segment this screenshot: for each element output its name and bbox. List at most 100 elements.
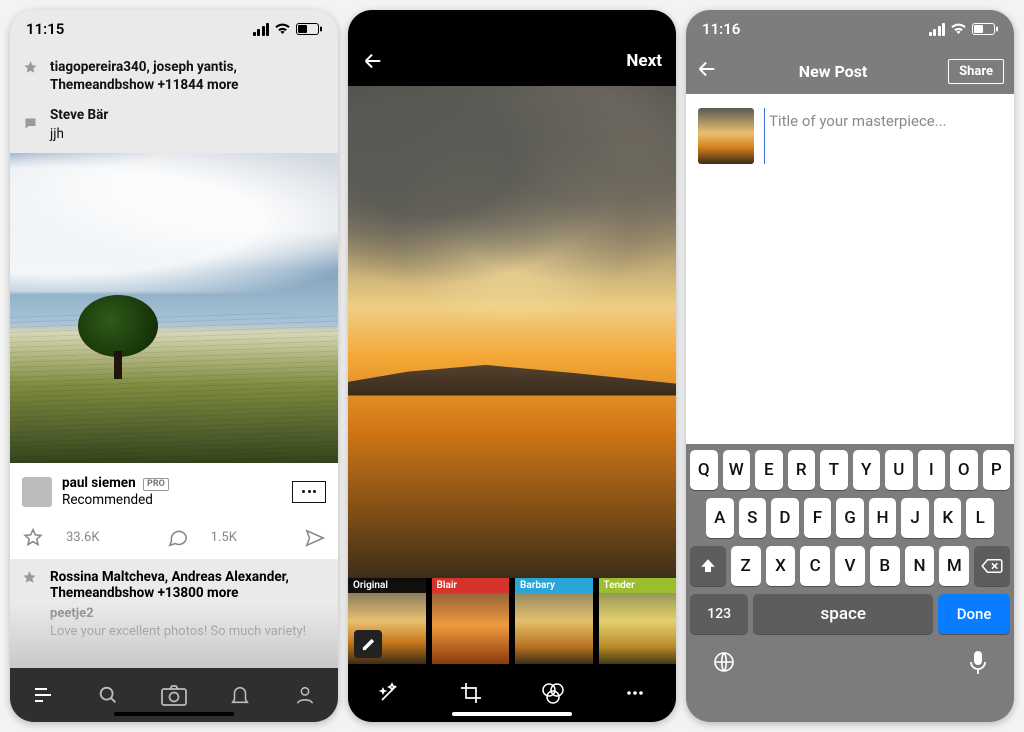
status-bar: 11:15 — [10, 10, 338, 48]
key-w[interactable]: W — [723, 450, 751, 490]
comment-user: Steve Bär — [50, 107, 108, 123]
keyboard-row-2: ASDFGHJKL — [690, 498, 1010, 538]
tab-search[interactable] — [86, 673, 130, 717]
notification-faves-text: tiagopereira340, joseph yantis, Themeand… — [50, 59, 238, 93]
keyboard-row-1: QWERTYUIOP — [690, 450, 1010, 490]
edit-icon[interactable] — [354, 630, 382, 658]
mic-icon[interactable] — [968, 650, 988, 676]
star-icon — [22, 570, 37, 589]
notification-faves-2[interactable]: Rossina Maltcheva, Andreas Alexander, Th… — [10, 559, 338, 603]
battery-icon — [972, 23, 998, 35]
share-button[interactable]: Share — [948, 59, 1004, 84]
filter-strip[interactable]: Original Blair Barbary Tender — [348, 578, 676, 664]
home-indicator[interactable] — [452, 712, 572, 716]
filter-blair[interactable]: Blair — [432, 578, 510, 664]
feed-photo[interactable] — [10, 153, 338, 463]
key-123[interactable]: 123 — [690, 594, 748, 634]
filter-tender[interactable]: Tender — [599, 578, 677, 664]
key-p[interactable]: P — [983, 450, 1011, 490]
fave-count: 33.6K — [66, 530, 100, 545]
screen-editor: Next Original Blair Barbary Tender — [348, 10, 676, 722]
key-l[interactable]: L — [966, 498, 994, 538]
tab-camera[interactable] — [152, 673, 196, 717]
key-e[interactable]: E — [755, 450, 783, 490]
keyboard-row-3: ZXCVBNM — [690, 546, 1010, 586]
nav-title: New Post — [799, 62, 868, 81]
editor-photo[interactable] — [348, 86, 676, 578]
title-input[interactable]: Title of your masterpiece... — [764, 108, 1002, 164]
key-k[interactable]: K — [934, 498, 962, 538]
key-b[interactable]: B — [870, 546, 900, 586]
key-x[interactable]: X — [766, 546, 796, 586]
comment-icon — [22, 115, 38, 131]
key-done[interactable]: Done — [938, 594, 1010, 634]
avatar[interactable] — [22, 477, 52, 507]
key-j[interactable]: J — [901, 498, 929, 538]
key-h[interactable]: H — [869, 498, 897, 538]
globe-icon[interactable] — [712, 650, 736, 676]
key-i[interactable]: I — [918, 450, 946, 490]
key-n[interactable]: N — [905, 546, 935, 586]
more-button[interactable] — [292, 481, 326, 503]
key-t[interactable]: T — [820, 450, 848, 490]
comment-text: jjh — [50, 126, 64, 142]
tab-profile[interactable] — [283, 673, 327, 717]
share-button[interactable] — [304, 527, 326, 549]
post-author-row[interactable]: paul siemen PRO Recommended — [10, 463, 338, 521]
key-shift[interactable] — [690, 546, 726, 586]
status-time: 11:15 — [26, 20, 64, 38]
battery-icon — [296, 23, 322, 35]
tool-magic[interactable] — [365, 669, 413, 717]
key-f[interactable]: F — [804, 498, 832, 538]
status-time: 11:16 — [702, 20, 740, 38]
filter-original[interactable]: Original — [348, 578, 426, 664]
key-y[interactable]: Y — [853, 450, 881, 490]
home-indicator[interactable] — [114, 712, 234, 716]
comment-button[interactable] — [167, 527, 189, 549]
key-m[interactable]: M — [939, 546, 969, 586]
feed-peek: peetje2 Love your excellent photos! So m… — [10, 603, 338, 671]
key-backspace[interactable] — [974, 546, 1010, 586]
key-v[interactable]: V — [835, 546, 865, 586]
key-c[interactable]: C — [800, 546, 830, 586]
key-s[interactable]: S — [739, 498, 767, 538]
key-a[interactable]: A — [706, 498, 734, 538]
tool-color[interactable] — [529, 669, 577, 717]
keyboard-row-4: 123 space Done — [690, 594, 1010, 634]
tab-notifications[interactable] — [218, 673, 262, 717]
screen-feed: 11:15 tiagopereira340, joseph yantis, Th… — [10, 10, 338, 722]
wifi-icon — [950, 23, 967, 35]
compose-row: Title of your masterpiece... — [686, 94, 1014, 178]
comment-count: 1.5K — [211, 530, 237, 545]
keyboard: QWERTYUIOP ASDFGHJKL ZXCVBNM 123 space D… — [686, 444, 1014, 722]
key-o[interactable]: O — [950, 450, 978, 490]
back-button[interactable] — [696, 58, 718, 84]
notification-faves[interactable]: tiagopereira340, joseph yantis, Themeand… — [10, 48, 338, 104]
fave-button[interactable] — [22, 527, 44, 549]
signal-icon — [929, 23, 946, 36]
screen-new-post: 11:16 New Post Share Title of your maste… — [686, 10, 1014, 722]
tool-more[interactable] — [611, 669, 659, 717]
key-space[interactable]: space — [753, 594, 933, 634]
keyboard-bottom-bar — [690, 642, 1010, 676]
key-d[interactable]: D — [771, 498, 799, 538]
author-subtitle: Recommended — [62, 492, 153, 508]
tab-feed[interactable] — [21, 673, 65, 717]
notification-comment[interactable]: Steve Bär jjh — [10, 104, 338, 152]
next-button[interactable]: Next — [626, 51, 662, 71]
key-q[interactable]: Q — [690, 450, 718, 490]
wifi-icon — [274, 23, 291, 35]
star-icon — [22, 59, 38, 75]
post-thumbnail[interactable] — [698, 108, 754, 164]
key-z[interactable]: Z — [731, 546, 761, 586]
signal-icon — [253, 23, 270, 36]
editor-nav: Next — [348, 36, 676, 86]
filter-barbary[interactable]: Barbary — [515, 578, 593, 664]
author-name: paul siemen — [62, 475, 136, 491]
key-g[interactable]: G — [836, 498, 864, 538]
newpost-nav: New Post Share — [686, 48, 1014, 94]
key-u[interactable]: U — [885, 450, 913, 490]
tool-crop[interactable] — [447, 669, 495, 717]
key-r[interactable]: R — [788, 450, 816, 490]
back-button[interactable] — [356, 44, 390, 78]
